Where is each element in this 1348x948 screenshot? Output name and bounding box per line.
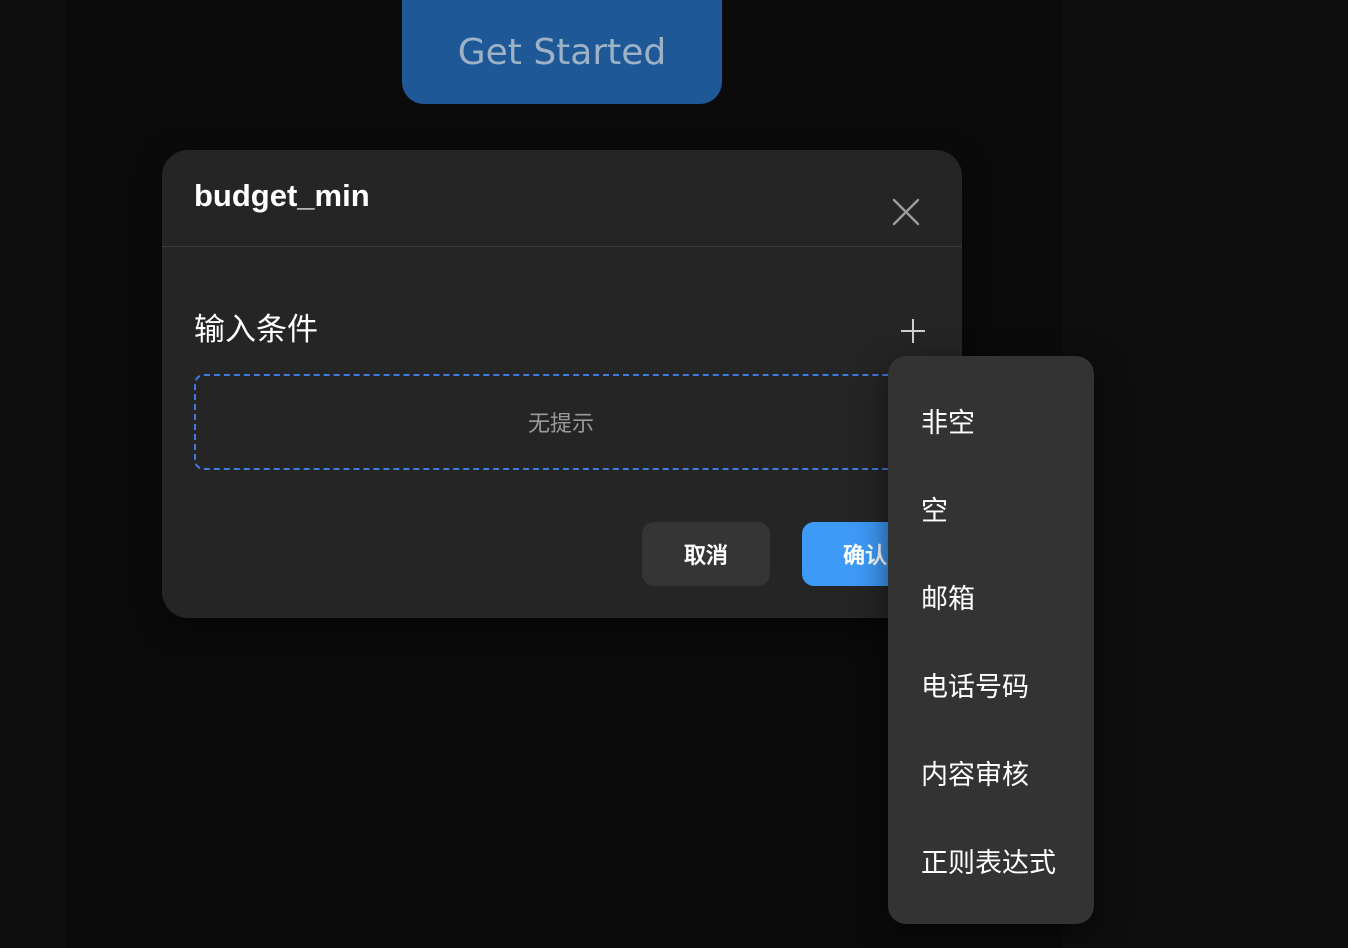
dropdown-item-content-review[interactable]: 内容审核	[888, 728, 1094, 816]
modal-title: budget_min	[194, 178, 370, 213]
hint-text: 无提示	[527, 412, 594, 437]
condition-modal: budget_min 输入条件 无提示 取消 确认	[162, 150, 962, 618]
modal-header: budget_min	[162, 150, 962, 247]
cancel-button[interactable]: 取消	[642, 522, 770, 586]
get-started-button[interactable]: Get Started	[402, 0, 722, 104]
plus-icon[interactable]	[898, 316, 928, 346]
close-icon[interactable]	[888, 194, 924, 230]
condition-type-dropdown: 非空 空 邮箱 电话号码 内容审核 正则表达式	[888, 356, 1094, 924]
dropdown-item-email[interactable]: 邮箱	[888, 552, 1094, 640]
dropdown-item-phone[interactable]: 电话号码	[888, 640, 1094, 728]
dropdown-item-regex[interactable]: 正则表达式	[888, 816, 1094, 904]
dropdown-item-empty[interactable]: 空	[888, 464, 1094, 552]
input-condition-label: 输入条件	[194, 312, 318, 348]
hint-dropzone: 无提示	[194, 374, 928, 470]
dropdown-item-not-empty[interactable]: 非空	[888, 376, 1094, 464]
